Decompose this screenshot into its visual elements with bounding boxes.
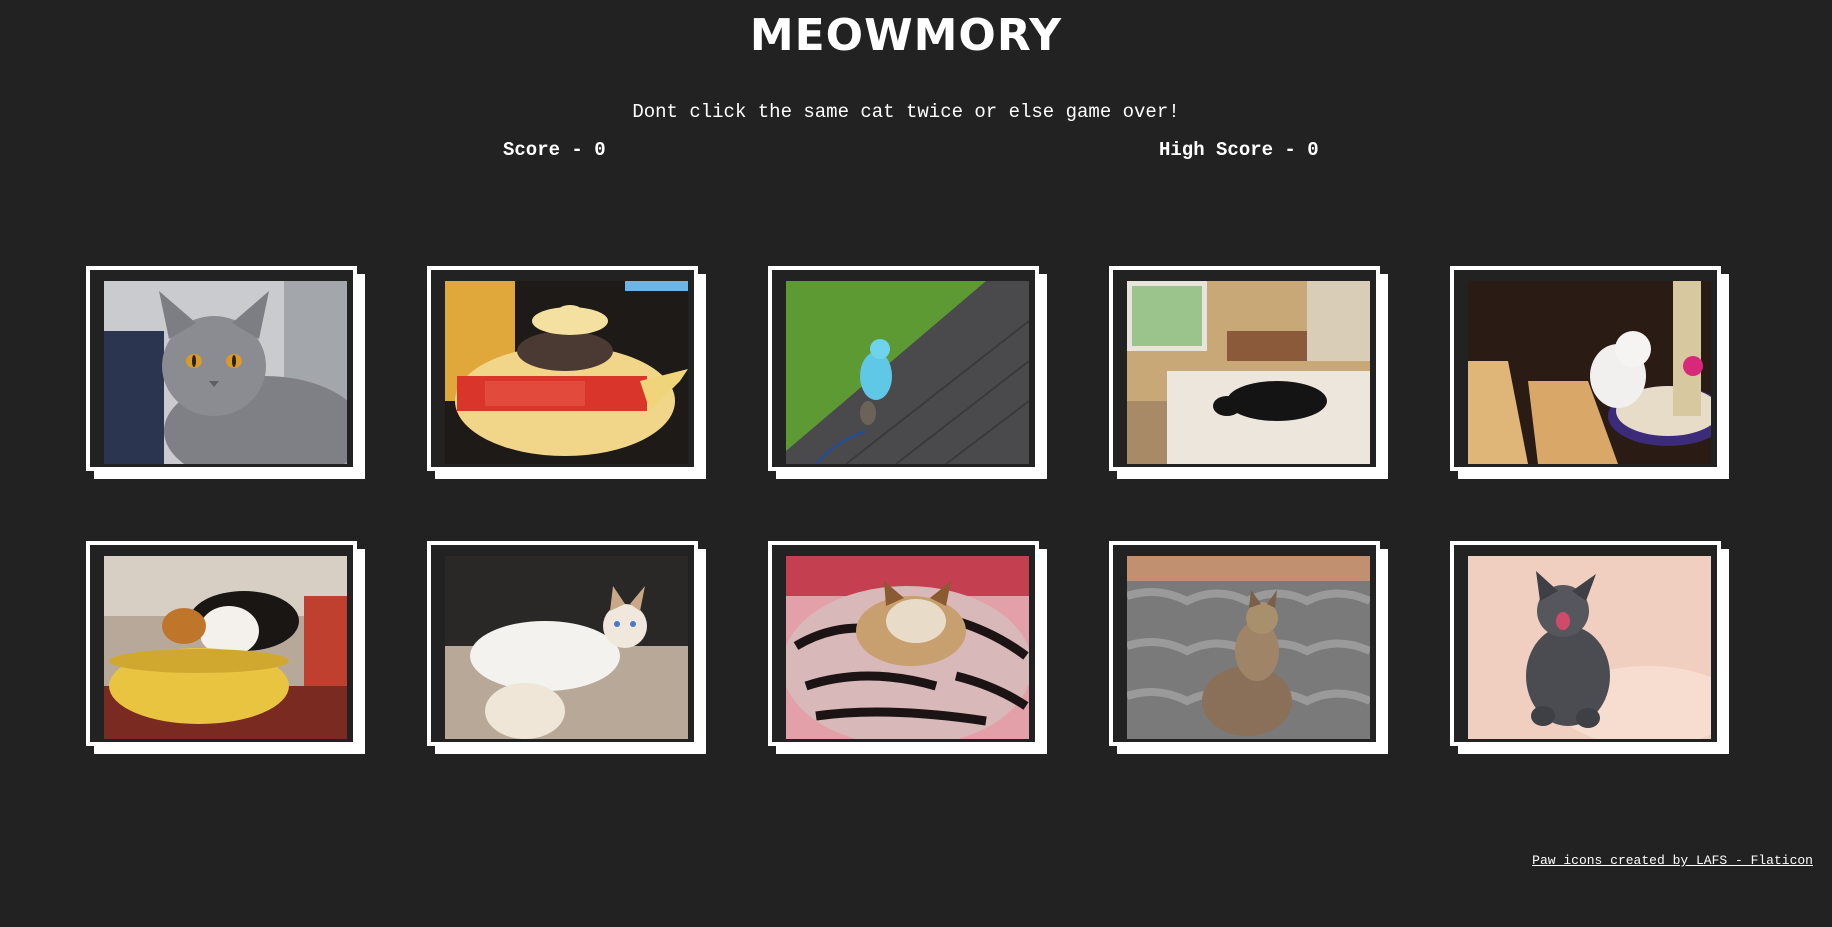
cat-photo [786, 556, 1029, 739]
high-score-display: High Score - 0 [1159, 139, 1319, 161]
cat-photo [1127, 556, 1370, 739]
cat-photo [1127, 281, 1370, 464]
cat-photo [786, 281, 1029, 464]
cat-photo [445, 281, 688, 464]
cat-card-siamese-cat[interactable] [427, 541, 698, 746]
cat-card-yawning-kitten[interactable] [1450, 541, 1721, 746]
cat-photo [104, 281, 347, 464]
score-display: Score - 0 [503, 139, 606, 161]
cat-card-white-kitten-post[interactable] [1450, 266, 1721, 471]
cat-card-roof-tabby[interactable] [1109, 541, 1380, 746]
game-title: MEOWMORY [749, 10, 1063, 61]
cat-card-zebra-bed-cat[interactable] [768, 541, 1039, 746]
cat-card-black-cat-bed[interactable] [1109, 266, 1380, 471]
cat-card-teapot-kitten[interactable] [427, 266, 698, 471]
flaticon-credit-link[interactable]: Paw icons created by LAFS - Flaticon [1532, 853, 1813, 868]
cat-photo [104, 556, 347, 739]
cat-photo [1468, 556, 1711, 739]
cat-photo [1468, 281, 1711, 464]
cat-photo [445, 556, 688, 739]
cat-card-hoodie-cat[interactable] [768, 266, 1039, 471]
cat-card-grey-cat[interactable] [86, 266, 357, 471]
game-page: MEOWMORY Dont click the same cat twice o… [0, 0, 1832, 927]
game-instructions: Dont click the same cat twice or else ga… [632, 101, 1180, 123]
cat-card-bowl-kitten[interactable] [86, 541, 357, 746]
